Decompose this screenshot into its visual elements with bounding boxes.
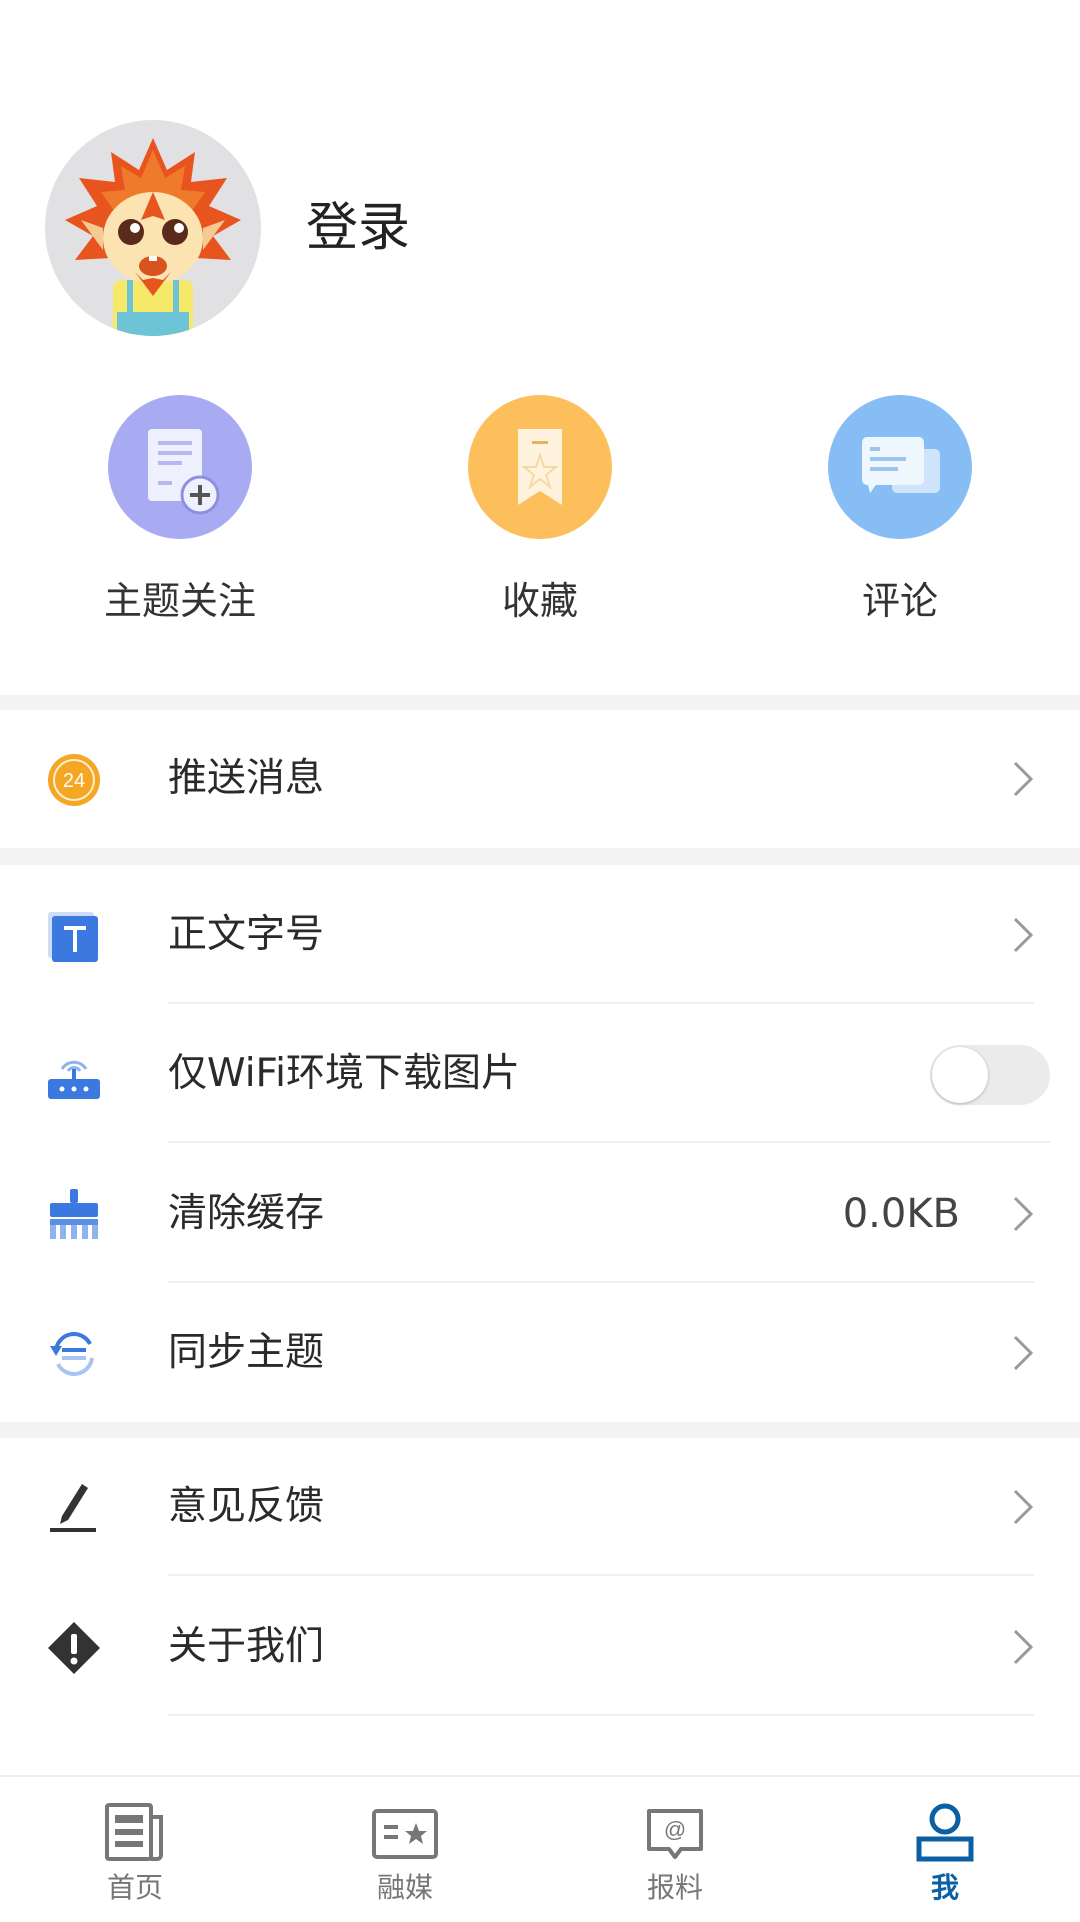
section-divider: [0, 695, 1080, 710]
push-24-icon: 24: [46, 754, 102, 806]
info-diamond-icon: [46, 1622, 102, 1674]
chevron-right-icon: [1013, 917, 1034, 953]
newspaper-icon: [105, 1803, 163, 1861]
quick-action-favorites[interactable]: 收藏: [390, 395, 690, 625]
setting-label: 正文字号: [168, 912, 325, 957]
cache-size-value: 0.0KB: [842, 1191, 960, 1237]
chevron-right-icon: [1013, 1196, 1034, 1232]
bottom-nav: 首页 融媒 @ 报料 我: [0, 1775, 1080, 1922]
chevron-right-icon: [1013, 1489, 1034, 1525]
login-link[interactable]: 登录: [306, 196, 410, 260]
setting-row-feedback[interactable]: 意见反馈: [0, 1438, 1080, 1576]
setting-label: 清除缓存: [168, 1191, 325, 1236]
quick-action-comments[interactable]: 评论: [750, 395, 1050, 625]
row-divider: [168, 1714, 1034, 1716]
comment-icon: [828, 395, 972, 539]
profile-header: 登录 主题关注 收藏 评论: [0, 0, 1080, 695]
setting-row-sync-topics[interactable]: 同步主题: [0, 1284, 1080, 1422]
tab-media[interactable]: 融媒: [270, 1777, 540, 1922]
quick-action-label: 收藏: [501, 579, 578, 623]
topic-follow-icon: [108, 395, 252, 539]
setting-row-clear-cache[interactable]: 清除缓存 0.0KB: [0, 1145, 1080, 1283]
pencil-icon: [46, 1482, 102, 1534]
avatar[interactable]: [45, 120, 261, 336]
setting-row-wifi-images: 仅WiFi环境下载图片: [0, 1005, 1080, 1143]
setting-label: 意见反馈: [168, 1484, 325, 1529]
section-divider: [0, 1422, 1080, 1438]
svg-text:24: 24: [63, 770, 85, 792]
quick-action-label: 评论: [861, 579, 938, 623]
tab-label: 我: [930, 1871, 959, 1904]
chevron-right-icon: [1013, 1335, 1034, 1371]
mascot-avatar-icon: [65, 138, 241, 336]
tab-label: 首页: [106, 1871, 163, 1904]
quick-action-topic-follow[interactable]: 主题关注: [30, 395, 330, 625]
chevron-right-icon: [1013, 1629, 1034, 1665]
row-divider: [168, 1574, 1034, 1576]
setting-row-about[interactable]: 关于我们: [0, 1578, 1080, 1716]
tab-label: 报料: [646, 1871, 703, 1904]
broom-icon: [46, 1189, 102, 1241]
tab-label: 融媒: [376, 1871, 433, 1904]
setting-label: 推送消息: [168, 756, 325, 801]
row-divider: [168, 1002, 1034, 1004]
tab-report[interactable]: @ 报料: [540, 1777, 810, 1922]
toggle-knob: [932, 1047, 988, 1103]
tab-home[interactable]: 首页: [0, 1777, 270, 1922]
bookmark-icon: [468, 395, 612, 539]
router-icon: [46, 1049, 102, 1101]
section-divider: [0, 848, 1080, 865]
media-card-icon: [372, 1809, 438, 1859]
setting-row-push[interactable]: 24 推送消息: [0, 710, 1080, 848]
svg-text:@: @: [664, 1817, 686, 1842]
tab-me[interactable]: 我: [810, 1777, 1080, 1922]
chevron-right-icon: [1013, 761, 1034, 797]
row-divider: [168, 1141, 1050, 1143]
report-at-icon: @: [647, 1809, 703, 1859]
setting-row-font-size[interactable]: 正文字号: [0, 866, 1080, 1004]
setting-label: 关于我们: [168, 1624, 325, 1669]
row-divider: [168, 1281, 1034, 1283]
sync-icon: [46, 1328, 102, 1380]
quick-action-label: 主题关注: [103, 579, 256, 623]
user-icon: [916, 1803, 974, 1862]
wifi-images-toggle[interactable]: [930, 1045, 1050, 1105]
font-size-icon: [46, 910, 102, 962]
setting-label: 仅WiFi环境下载图片: [168, 1051, 520, 1096]
setting-label: 同步主题: [168, 1330, 325, 1375]
